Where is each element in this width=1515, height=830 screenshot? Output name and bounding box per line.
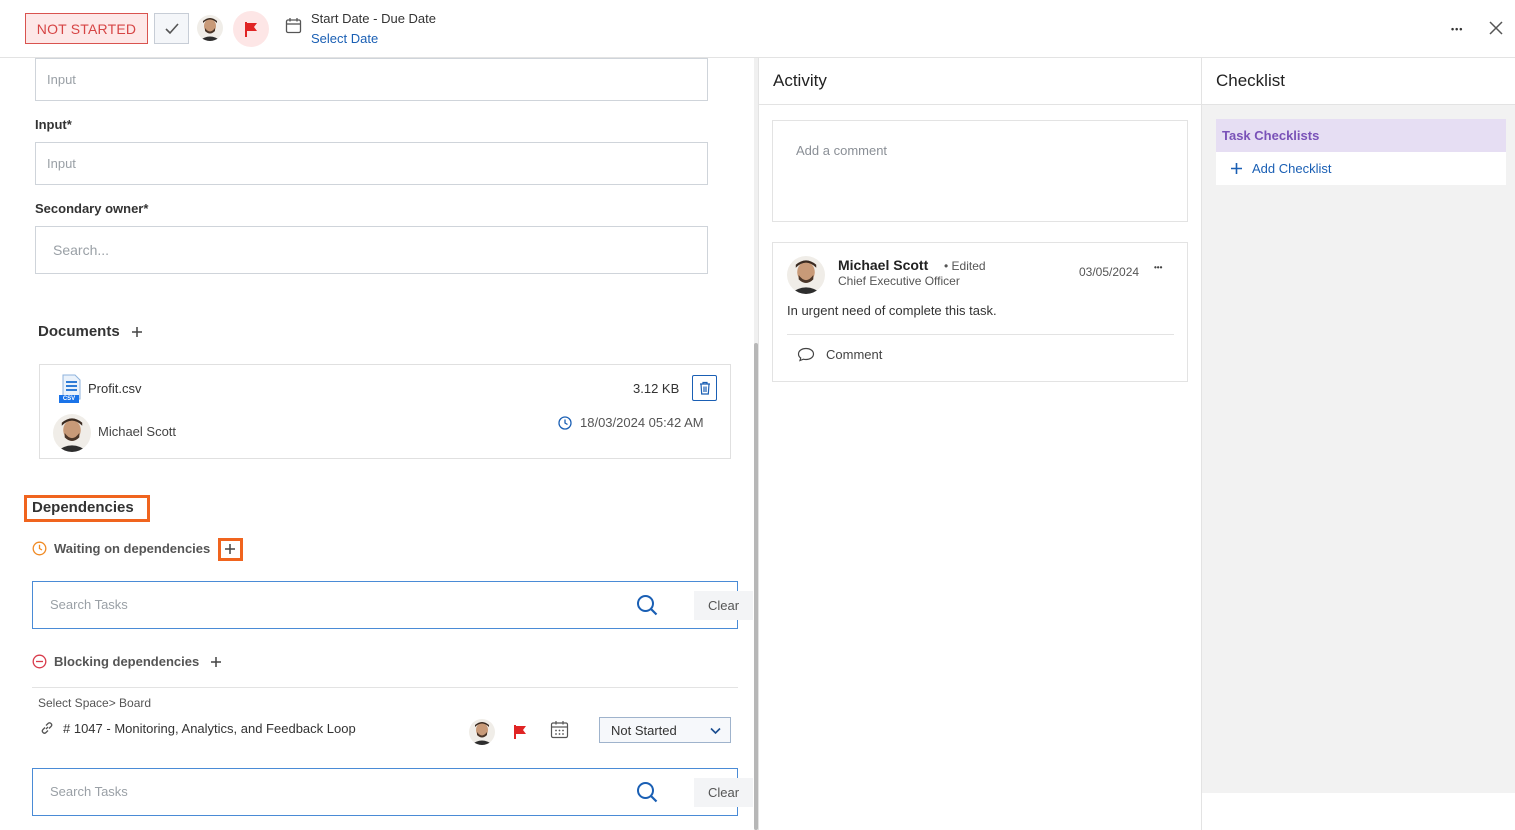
task-checklists-header: Task Checklists [1216, 119, 1506, 152]
comment-date: 03/05/2024 [1079, 265, 1140, 279]
person-avatar-icon [787, 256, 825, 294]
task-flag-icon[interactable] [513, 724, 527, 740]
secondary-owner-label: Secondary owner* [35, 201, 149, 216]
waiting-dependencies-label: Waiting on dependencies [54, 541, 211, 556]
search-icon[interactable] [636, 594, 658, 616]
upload-timestamp: 18/03/2024 05:42 AM [580, 415, 704, 430]
person-avatar-icon [197, 15, 223, 41]
task-assignee-avatar[interactable] [469, 719, 495, 745]
dependencies-title: Dependencies [32, 499, 134, 516]
delete-document-button[interactable] [692, 375, 717, 401]
edited-label: • Edited [944, 259, 986, 273]
blocking-minus-icon [32, 654, 47, 669]
priority-button[interactable] [233, 11, 269, 47]
calendar-icon[interactable] [285, 17, 302, 34]
file-name[interactable]: Profit.csv [88, 381, 141, 396]
waiting-search-box: Search Tasks Clear [32, 581, 753, 629]
check-icon [164, 22, 179, 34]
comment-reply-button[interactable]: Comment [826, 347, 882, 362]
add-checklist-button[interactable]: Add Checklist [1216, 152, 1506, 185]
activity-divider [758, 58, 759, 830]
add-blocking-dependency-icon[interactable] [210, 656, 222, 668]
clear-button[interactable]: Clear [694, 591, 753, 620]
divider [32, 687, 738, 688]
comment-author-avatar [787, 256, 825, 294]
link-icon [41, 722, 53, 734]
uploader-avatar [53, 414, 91, 452]
comment-more-button[interactable]: ••• [1154, 263, 1162, 272]
person-avatar-icon [53, 414, 91, 452]
csv-file-icon: CSV [58, 374, 84, 404]
complete-button[interactable] [154, 13, 189, 44]
blocking-search-box: Search Tasks Clear [32, 768, 753, 816]
chevron-down-icon [710, 727, 721, 735]
input-field-2[interactable]: Input [35, 142, 708, 185]
uploader-name: Michael Scott [98, 424, 177, 439]
secondary-owner-search[interactable]: Search... [35, 226, 708, 274]
file-size: 3.12 KB [633, 381, 680, 396]
date-range-title: Start Date - Due Date [311, 11, 436, 26]
activity-title: Activity [773, 71, 827, 90]
comment-placeholder: Add a comment [796, 143, 888, 158]
comment-author: Michael Scott [838, 257, 929, 273]
more-options-button[interactable]: ••• [1451, 24, 1463, 34]
comment-bubble-icon[interactable] [797, 347, 815, 362]
blocking-task-title[interactable]: # 1047 - Monitoring, Analytics, and Feed… [63, 721, 356, 736]
trash-icon [699, 381, 710, 395]
task-header: NOT STARTED Start Date - Due Date Select… [0, 0, 1515, 58]
csv-badge-label: CSV [62, 396, 76, 402]
comment-author-role: Chief Executive Officer [838, 274, 960, 288]
input-field-2-label: Input* [35, 117, 72, 132]
space-board-breadcrumb[interactable]: Select Space> Board [38, 696, 151, 710]
select-date-link[interactable]: Select Date [311, 31, 378, 46]
flag-icon [245, 21, 257, 37]
activity-header-divider [759, 104, 1202, 105]
waiting-search-input[interactable]: Search Tasks [50, 597, 128, 612]
clear-button[interactable]: Clear [694, 778, 753, 807]
blocking-dependencies-label: Blocking dependencies [54, 654, 200, 669]
task-status-select[interactable]: Not Started [599, 717, 731, 743]
add-document-icon[interactable] [131, 326, 143, 338]
clock-icon [558, 416, 572, 430]
status-button[interactable]: NOT STARTED [25, 13, 148, 44]
add-checklist-label: Add Checklist [1252, 161, 1332, 176]
comment-divider [787, 334, 1174, 335]
document-card: CSV Profit.csv 3.12 KB Michael Scott 18/… [39, 364, 731, 459]
add-waiting-dependency-icon[interactable] [224, 543, 236, 555]
comment-input[interactable]: Add a comment [772, 120, 1188, 222]
waiting-clock-icon [32, 541, 47, 556]
input-field-1[interactable]: Input [35, 58, 708, 101]
close-icon[interactable] [1489, 21, 1503, 35]
person-avatar-icon [469, 719, 495, 745]
plus-icon [1231, 163, 1242, 174]
task-calendar-icon[interactable] [550, 720, 569, 739]
checklist-panel-body [1202, 105, 1515, 793]
checklist-title: Checklist [1216, 71, 1285, 90]
blocking-search-input[interactable]: Search Tasks [50, 784, 128, 799]
comment-body: In urgent need of complete this task. [787, 303, 997, 318]
assignee-avatar[interactable] [197, 15, 223, 41]
comment-card: Michael Scott • Edited Chief Executive O… [772, 242, 1188, 382]
documents-title: Documents [38, 323, 120, 340]
task-status-value: Not Started [611, 722, 677, 738]
search-icon[interactable] [636, 781, 658, 803]
